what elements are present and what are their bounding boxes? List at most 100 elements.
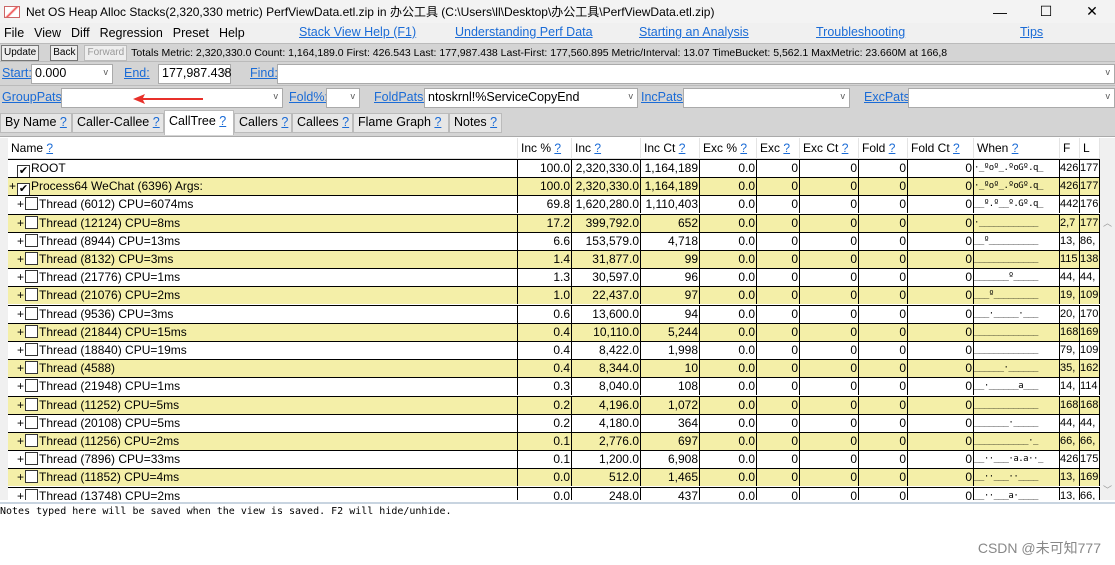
link-stack-view-help[interactable]: Stack View Help (F1): [299, 25, 416, 39]
tab-by-name[interactable]: By Name ?: [0, 113, 72, 133]
link-understanding-perf-data[interactable]: Understanding Perf Data: [455, 25, 593, 39]
expand-icon[interactable]: +: [16, 196, 25, 213]
expand-icon[interactable]: +: [16, 433, 25, 450]
menu-file[interactable]: File: [0, 26, 30, 40]
expand-icon[interactable]: +: [16, 287, 25, 304]
checkbox[interactable]: [25, 361, 38, 375]
expand-icon[interactable]: +: [16, 251, 25, 268]
tree-row[interactable]: + Thread (7896) CPU=33ms 0.1 1,200.0 6,908 0.…: [8, 450, 1100, 469]
checkbox[interactable]: [25, 215, 38, 229]
chevron-down-icon[interactable]: v: [1106, 91, 1111, 101]
foldpats-label[interactable]: FoldPats:: [374, 90, 427, 104]
start-input[interactable]: 0.000 v: [31, 64, 113, 84]
help-link[interactable]: ?: [46, 141, 53, 155]
checkbox[interactable]: [25, 197, 38, 211]
tree-row[interactable]: + Thread (6012) CPU=6074ms 69.8 1,620,280.0…: [8, 195, 1100, 214]
tree-row[interactable]: + Thread (11256) CPU=2ms 0.1 2,776.0 697 0.0 0…: [8, 432, 1100, 450]
chevron-down-icon[interactable]: v: [629, 91, 634, 101]
column-header-exc-ct[interactable]: Exc Ct ?: [800, 138, 859, 159]
tree-row[interactable]: + Thread (13748) CPU=2ms 0.0 248.0 437 0.0 0 0 0…: [8, 486, 1100, 500]
column-header-name[interactable]: Name ?: [8, 138, 518, 159]
tree-row[interactable]: + Thread (9536) CPU=3ms 0.6 13,600.0 94 0.0 0 0…: [8, 304, 1100, 323]
tree-row[interactable]: + ✔ Process64 WeChat (6396) Args: 100.0 2,32…: [8, 177, 1100, 197]
column-header-fold[interactable]: Fold ?: [859, 138, 908, 159]
help-link[interactable]: ?: [554, 141, 561, 155]
expand-icon[interactable]: +: [16, 233, 25, 250]
column-header-l[interactable]: L: [1080, 138, 1100, 159]
tree-row[interactable]: + Thread (11252) CPU=5ms 0.2 4,196.0 1,072 0.…: [8, 395, 1100, 414]
end-input[interactable]: 177,987.438 v: [158, 64, 232, 84]
expand-icon[interactable]: +: [16, 324, 25, 341]
help-link[interactable]: ?: [219, 114, 226, 128]
help-link[interactable]: ?: [679, 141, 686, 155]
tab-callers[interactable]: Callers ?: [234, 113, 292, 133]
minimize-button[interactable]: —: [977, 4, 1023, 20]
expand-icon[interactable]: +: [16, 451, 25, 468]
expand-icon[interactable]: +: [16, 306, 25, 323]
help-link[interactable]: ?: [953, 141, 960, 155]
menu-view[interactable]: View: [30, 26, 67, 40]
column-header-f[interactable]: F: [1060, 138, 1080, 159]
help-link[interactable]: ?: [889, 141, 896, 155]
excpats-label[interactable]: ExcPats:: [864, 90, 913, 104]
menu-preset[interactable]: Preset: [169, 26, 215, 40]
column-header-inc[interactable]: Inc ?: [572, 138, 641, 159]
help-link[interactable]: ?: [60, 115, 67, 129]
chevron-down-icon[interactable]: v: [1106, 67, 1111, 77]
column-header-when[interactable]: When ?: [974, 138, 1060, 159]
expand-icon[interactable]: +: [16, 342, 25, 359]
incpats-input[interactable]: v: [683, 88, 850, 108]
column-header-exc-pct[interactable]: Exc % ?: [700, 138, 757, 159]
tree-row[interactable]: + Thread (11852) CPU=4ms 0.0 512.0 1,465 0.0 0…: [8, 468, 1100, 487]
tree-row[interactable]: + Thread (8944) CPU=13ms 6.6 153,579.0 4,718…: [8, 231, 1100, 250]
link-starting-analysis[interactable]: Starting an Analysis: [639, 25, 749, 39]
column-header-inc-ct[interactable]: Inc Ct ?: [641, 138, 700, 159]
checkbox[interactable]: [25, 470, 38, 484]
tree-row[interactable]: + Thread (20108) CPU=5ms 0.2 4,180.0 364 0.0 0…: [8, 413, 1100, 432]
help-link[interactable]: ?: [153, 115, 160, 129]
tree-row[interactable]: + Thread (8132) CPU=3ms 1.4 31,877.0 99 0.0 0 0…: [8, 250, 1100, 268]
column-header-exc[interactable]: Exc ?: [757, 138, 800, 159]
checkbox[interactable]: [25, 488, 38, 500]
tree-row[interactable]: + Thread (21076) CPU=2ms 1.0 22,437.0 97 0.0 0…: [8, 286, 1100, 305]
menu-diff[interactable]: Diff: [67, 26, 96, 40]
checkbox[interactable]: [25, 270, 38, 284]
checkbox[interactable]: [25, 415, 38, 429]
menu-help[interactable]: Help: [215, 26, 251, 40]
expand-icon[interactable]: +: [16, 360, 25, 377]
chevron-down-icon[interactable]: v: [841, 91, 846, 101]
help-link[interactable]: ?: [1012, 141, 1019, 155]
checkbox[interactable]: [25, 379, 38, 393]
checkbox[interactable]: [25, 288, 38, 302]
checkbox[interactable]: [25, 233, 38, 247]
chevron-down-icon[interactable]: v: [222, 67, 227, 77]
expand-icon[interactable]: +: [8, 178, 17, 195]
tree-row[interactable]: ✔ ROOT 100.0 2,320,330.0 1,164,189 0.0 0 0 0 0 ·_º…: [8, 159, 1100, 178]
checkbox[interactable]: [25, 252, 38, 265]
find-input[interactable]: v: [277, 64, 1115, 84]
checkbox[interactable]: [25, 306, 38, 320]
help-link[interactable]: ?: [434, 115, 441, 129]
tree-row[interactable]: + Thread (21844) CPU=15ms 0.4 10,110.0 5,244…: [8, 322, 1100, 341]
scroll-down-icon[interactable]: ﹀: [1103, 483, 1112, 496]
checkbox[interactable]: [25, 324, 38, 338]
fold-percent-label[interactable]: Fold%:: [289, 90, 328, 104]
expand-icon[interactable]: +: [16, 397, 25, 414]
help-link[interactable]: ?: [342, 115, 349, 129]
chevron-down-icon[interactable]: v: [104, 67, 109, 77]
tree-row[interactable]: + Thread (4588) 0.4 8,344.0 10 0.0 0 0 0 0 ______·…: [8, 359, 1100, 378]
link-tips[interactable]: Tips: [1020, 25, 1043, 39]
expand-icon[interactable]: +: [16, 215, 25, 232]
notes-textarea[interactable]: Notes typed here will be saved when the …: [0, 502, 1115, 565]
help-link[interactable]: ?: [842, 141, 849, 155]
tab-callees[interactable]: Callees ?: [292, 113, 353, 133]
start-label[interactable]: Start:: [2, 66, 32, 80]
vertical-scrollbar[interactable]: ︿ ﹀: [1100, 138, 1115, 500]
expand-icon[interactable]: +: [16, 269, 25, 286]
foldpats-input[interactable]: ntoskrnl!%ServiceCopyEnd v: [424, 88, 638, 108]
close-button[interactable]: ✕: [1069, 3, 1115, 20]
help-link[interactable]: ?: [783, 141, 790, 155]
column-header-fold-ct[interactable]: Fold Ct ?: [908, 138, 974, 159]
excpats-input[interactable]: v: [908, 88, 1115, 108]
tab-notes[interactable]: Notes ?: [449, 113, 502, 133]
